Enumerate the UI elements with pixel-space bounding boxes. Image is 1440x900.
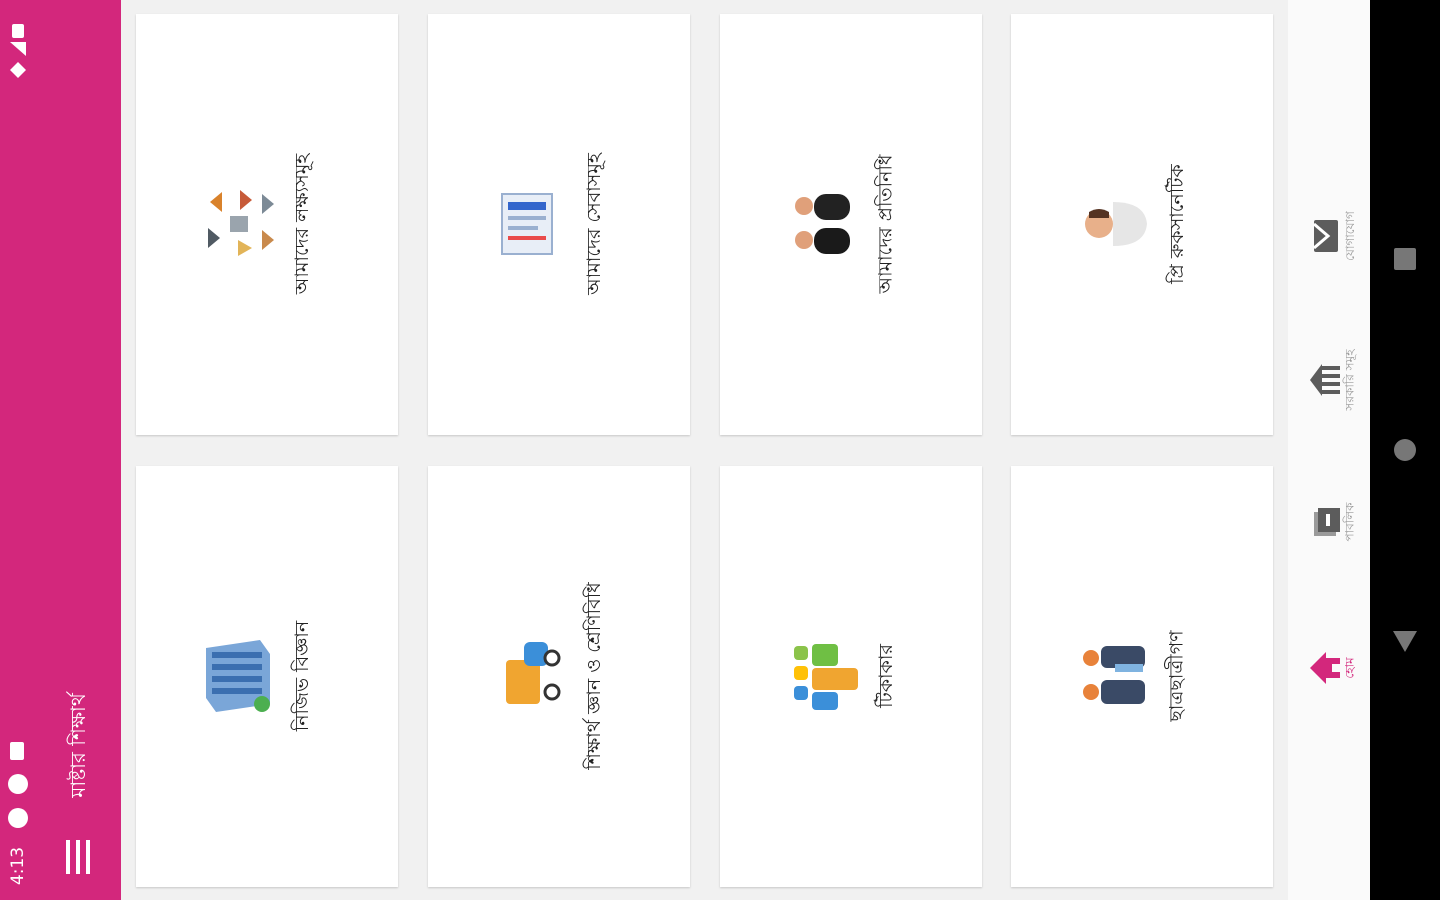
students-icon xyxy=(1083,646,1145,704)
card-representatives[interactable]: আমাদের প্রতিনিধি xyxy=(720,14,982,435)
nav-label-wrap: হোম xyxy=(1340,618,1364,718)
card-label: প্রি রুকসানেটিক xyxy=(1166,164,1188,284)
card-students[interactable]: ছাত্রছাত্রীগণ xyxy=(1011,466,1273,887)
status-icons xyxy=(4,20,32,80)
card-services[interactable]: আমাদের সেবাসমূহ xyxy=(428,14,690,435)
puzzle-icon xyxy=(794,644,858,710)
nav-label: যোগাযোগ xyxy=(1343,211,1357,261)
nav-contact[interactable]: যোগাযোগ xyxy=(1296,186,1366,286)
nav-label: পাবলিক xyxy=(1343,502,1358,542)
status-left: 4:13 xyxy=(4,738,32,888)
card-label: আমাদের লক্ষ্যসমূহ xyxy=(291,153,314,295)
card-label-wrap: আমাদের সেবাসমূহ xyxy=(576,124,616,324)
nav-home[interactable]: হোম xyxy=(1296,618,1366,718)
nav-label-wrap: যোগাযোগ xyxy=(1340,186,1364,286)
card-label: আমাদের প্রতিনিধি xyxy=(875,154,898,294)
app-title: মাষ্টার শিক্ষার্থ xyxy=(65,692,90,798)
bottom-navigation: যোগাযোগ সরকারি সমূহ পাবলিক হোম xyxy=(1288,0,1370,900)
card-label: টিকাকার xyxy=(875,644,897,708)
card-label-wrap: নিজিভ বিজ্ঞান xyxy=(284,576,324,776)
services-icon xyxy=(501,193,553,255)
card-vehicle[interactable]: শিক্ষার্থ জ্ঞান ও শ্রেণিবিধি xyxy=(428,466,690,887)
card-label-wrap: টিকাকার xyxy=(868,576,908,776)
menu-icon[interactable] xyxy=(64,840,92,874)
status-time: 4:13 xyxy=(8,846,28,886)
app-notif-icon xyxy=(8,774,28,794)
card-building[interactable]: নিজিভ বিজ্ঞান xyxy=(136,466,398,887)
nav-institutions[interactable]: সরকারি সমূহ xyxy=(1296,330,1366,430)
back-button-icon[interactable] xyxy=(1390,626,1420,656)
recents-button-icon[interactable] xyxy=(1390,244,1420,274)
building-icon xyxy=(206,640,270,712)
nav-label-wrap: পাবলিক xyxy=(1340,472,1364,572)
signal-wifi-battery-icon xyxy=(10,24,26,78)
card-label-wrap: আমাদের প্রতিনিধি xyxy=(868,124,908,324)
app-title-wrap: মাষ্টার শিক্ষার্থ xyxy=(60,684,100,806)
card-person[interactable]: প্রি রুকসানেটিক xyxy=(1011,14,1273,435)
sync-icon xyxy=(8,808,28,828)
app-bar: 4:13 মাষ্টার শিক্ষার্থ xyxy=(0,0,121,900)
card-label: ছাত্রছাত্রীগণ xyxy=(1166,630,1188,722)
nav-label: হোম xyxy=(1342,657,1357,679)
card-goals[interactable]: আমাদের লক্ষ্যসমূহ xyxy=(136,14,398,435)
notification-icon xyxy=(10,742,24,760)
card-label: নিজিভ বিজ্ঞান xyxy=(291,620,314,732)
card-label: আমাদের সেবাসমূহ xyxy=(583,153,606,295)
nav-public[interactable]: পাবলিক xyxy=(1296,472,1366,572)
card-label-wrap: প্রি রুকসানেটিক xyxy=(1159,124,1199,324)
card-label-wrap: শিক্ষার্থ জ্ঞান ও শ্রেণিবিধি xyxy=(576,576,616,776)
card-puzzle[interactable]: টিকাকার xyxy=(720,466,982,887)
goals-icon xyxy=(208,190,274,256)
system-navigation-bar xyxy=(1370,0,1440,900)
representatives-icon xyxy=(795,194,850,254)
vehicle-icon xyxy=(506,642,561,704)
card-label-wrap: আমাদের লক্ষ্যসমূহ xyxy=(284,124,324,324)
nav-label: সরকারি সমূহ xyxy=(1343,349,1357,411)
person-icon xyxy=(1085,202,1147,246)
card-label-wrap: ছাত্রছাত্রীগণ xyxy=(1159,576,1199,776)
home-button-icon[interactable] xyxy=(1390,435,1420,465)
nav-label-wrap: সরকারি সমূহ xyxy=(1340,330,1364,430)
card-label: শিক্ষার্থ জ্ঞান ও শ্রেণিবিধি xyxy=(583,582,605,770)
